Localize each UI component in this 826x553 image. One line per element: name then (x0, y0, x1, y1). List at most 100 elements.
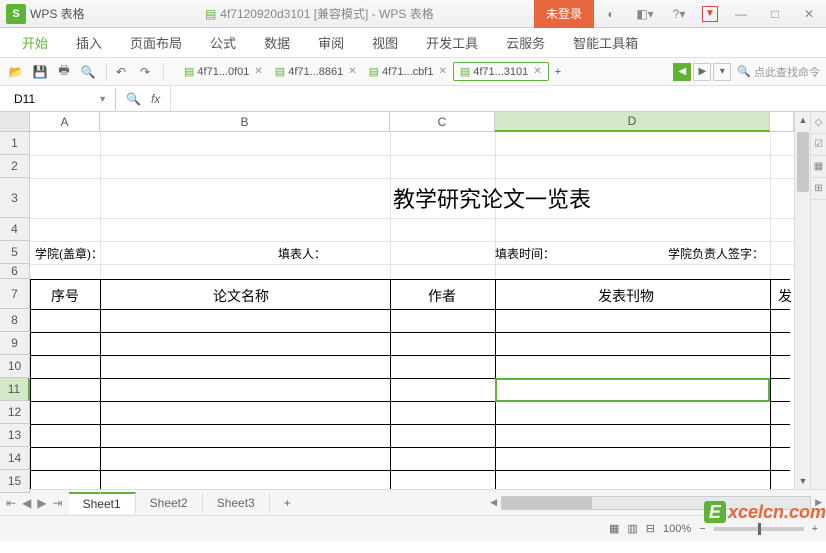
maximize-button[interactable]: □ (758, 0, 792, 28)
add-sheet-button[interactable]: + (270, 493, 305, 513)
row-header-7[interactable]: 7 (0, 279, 30, 309)
print-icon[interactable]: 🖶 (54, 62, 74, 82)
command-search[interactable]: 🔍 点此查找命令 (737, 64, 820, 80)
row-header-15[interactable]: 15 (0, 470, 30, 493)
undo-icon[interactable]: ↶ (111, 62, 131, 82)
close-tab-icon[interactable]: ✕ (254, 66, 262, 77)
menu-dev[interactable]: 开发工具 (412, 28, 492, 58)
new-tab-button[interactable]: + (549, 64, 567, 80)
open-icon[interactable]: 📂 (6, 62, 26, 82)
menu-data[interactable]: 数据 (250, 28, 304, 58)
sheet-first-icon[interactable]: ⇤ (6, 496, 16, 510)
row-header-5[interactable]: 5 (0, 241, 30, 264)
col-header-next[interactable] (770, 112, 794, 132)
scroll-up-icon[interactable]: ▲ (795, 112, 811, 128)
panel-btn-1[interactable]: ◇ (811, 112, 826, 134)
row-header-13[interactable]: 13 (0, 424, 30, 447)
menu-cloud[interactable]: 云服务 (492, 28, 559, 58)
row-header-9[interactable]: 9 (0, 332, 30, 355)
row-header-8[interactable]: 8 (0, 309, 30, 332)
tab-next-button[interactable]: ▶ (693, 63, 711, 81)
zoom-knob[interactable] (758, 523, 761, 535)
row-header-11[interactable]: 11 (0, 378, 30, 401)
file-tab-1[interactable]: ▤4f71...0f01✕ (178, 63, 269, 80)
row-header-1[interactable]: 1 (0, 132, 30, 155)
row-header-2[interactable]: 2 (0, 155, 30, 178)
row-header-10[interactable]: 10 (0, 355, 30, 378)
menu-insert[interactable]: 插入 (62, 28, 116, 58)
formula-input[interactable] (170, 86, 826, 111)
menu-smart[interactable]: 智能工具箱 (559, 28, 652, 58)
zoom-in-icon[interactable]: + (812, 523, 818, 535)
panel-btn-4[interactable]: ⊞ (811, 178, 826, 200)
table-border (30, 332, 790, 333)
sheet-icon: ▤ (275, 65, 285, 78)
view-page-icon[interactable]: ▥ (627, 522, 637, 535)
select-all-corner[interactable] (0, 112, 30, 132)
chevron-down-icon[interactable]: ▼ (98, 94, 107, 104)
search-fn-icon[interactable]: 🔍 (126, 92, 141, 106)
col-header-b[interactable]: B (100, 112, 390, 132)
scroll-right-icon[interactable]: ▶ (815, 497, 822, 508)
close-tab-icon[interactable]: ✕ (348, 66, 356, 77)
notify-icon[interactable]: ▼ (702, 6, 718, 22)
file-tab-4[interactable]: ▤4f71...3101✕ (453, 62, 549, 81)
row-header-3[interactable]: 3 (0, 178, 30, 218)
scroll-thumb[interactable] (797, 132, 809, 192)
sheet-tab-1[interactable]: Sheet1 (69, 492, 136, 514)
name-box[interactable]: D11 ▼ (6, 88, 116, 110)
file-tab-3[interactable]: ▤4f71...cbf1✕ (363, 63, 453, 80)
close-tab-icon[interactable]: ✕ (438, 66, 446, 77)
help-icon[interactable]: ?▾ (662, 0, 696, 28)
menu-view[interactable]: 视图 (358, 28, 412, 58)
row-header-14[interactable]: 14 (0, 447, 30, 470)
row-header-12[interactable]: 12 (0, 401, 30, 424)
sheet-prev-icon[interactable]: ◀ (22, 496, 31, 510)
fx-label[interactable]: fx (151, 92, 160, 106)
col-header-a[interactable]: A (30, 112, 100, 132)
file-tab-2[interactable]: ▤4f71...8861✕ (269, 63, 363, 80)
status-bar: ▦ ▥ ⊟ 100% − + (0, 515, 826, 541)
view-split-icon[interactable]: ⊟ (646, 522, 655, 535)
sheet-next-icon[interactable]: ▶ (37, 496, 46, 510)
login-button[interactable]: 未登录 (534, 0, 594, 28)
panel-btn-2[interactable]: ☑ (811, 134, 826, 156)
tab-list-button[interactable]: ▾ (713, 63, 731, 81)
row-header-6[interactable]: 6 (0, 264, 30, 279)
col-header-d[interactable]: D (495, 112, 770, 132)
scroll-down-icon[interactable]: ▼ (795, 473, 811, 489)
hscroll-track[interactable] (501, 496, 811, 510)
menu-layout[interactable]: 页面布局 (116, 28, 196, 58)
close-button[interactable]: ✕ (792, 0, 826, 28)
table-border (30, 424, 790, 425)
zoom-slider[interactable] (714, 527, 804, 531)
zoom-out-icon[interactable]: − (699, 523, 705, 535)
scroll-left-icon[interactable]: ◀ (490, 497, 497, 508)
zoom-value[interactable]: 100% (663, 523, 691, 535)
hscroll-thumb[interactable] (502, 497, 592, 509)
vertical-scrollbar[interactable]: ▲ ▼ (794, 112, 810, 489)
menu-formula[interactable]: 公式 (196, 28, 250, 58)
skin-icon[interactable]: ◧▾ (628, 0, 662, 28)
menu-review[interactable]: 审阅 (304, 28, 358, 58)
sheet-last-icon[interactable]: ⇥ (53, 496, 63, 510)
col-header-c[interactable]: C (390, 112, 495, 132)
close-tab-icon[interactable]: ✕ (533, 66, 541, 77)
cells-area[interactable]: 教学研究论文一览表 学院(盖章)： 填表人： 填表时间： 学院负责人签字： (30, 132, 794, 493)
redo-icon[interactable]: ↷ (135, 62, 155, 82)
gridline (30, 241, 794, 242)
tab-prev-button[interactable]: ◀ (673, 63, 691, 81)
preview-icon[interactable]: 🔍 (78, 62, 98, 82)
row-header-4[interactable]: 4 (0, 218, 30, 241)
panel-btn-3[interactable]: ▦ (811, 156, 826, 178)
sync-icon[interactable]: ◐ (594, 0, 628, 28)
label-filler: 填表人： (275, 245, 329, 262)
minimize-button[interactable]: — (724, 0, 758, 28)
sheet-tab-3[interactable]: Sheet3 (203, 493, 270, 513)
sheet-tab-2[interactable]: Sheet2 (136, 493, 203, 513)
file-tab-label: 4f71...3101 (473, 66, 528, 78)
menu-start[interactable]: 开始 (8, 28, 62, 58)
save-icon[interactable]: 💾 (30, 62, 50, 82)
view-normal-icon[interactable]: ▦ (609, 522, 619, 535)
table-border (770, 279, 771, 489)
